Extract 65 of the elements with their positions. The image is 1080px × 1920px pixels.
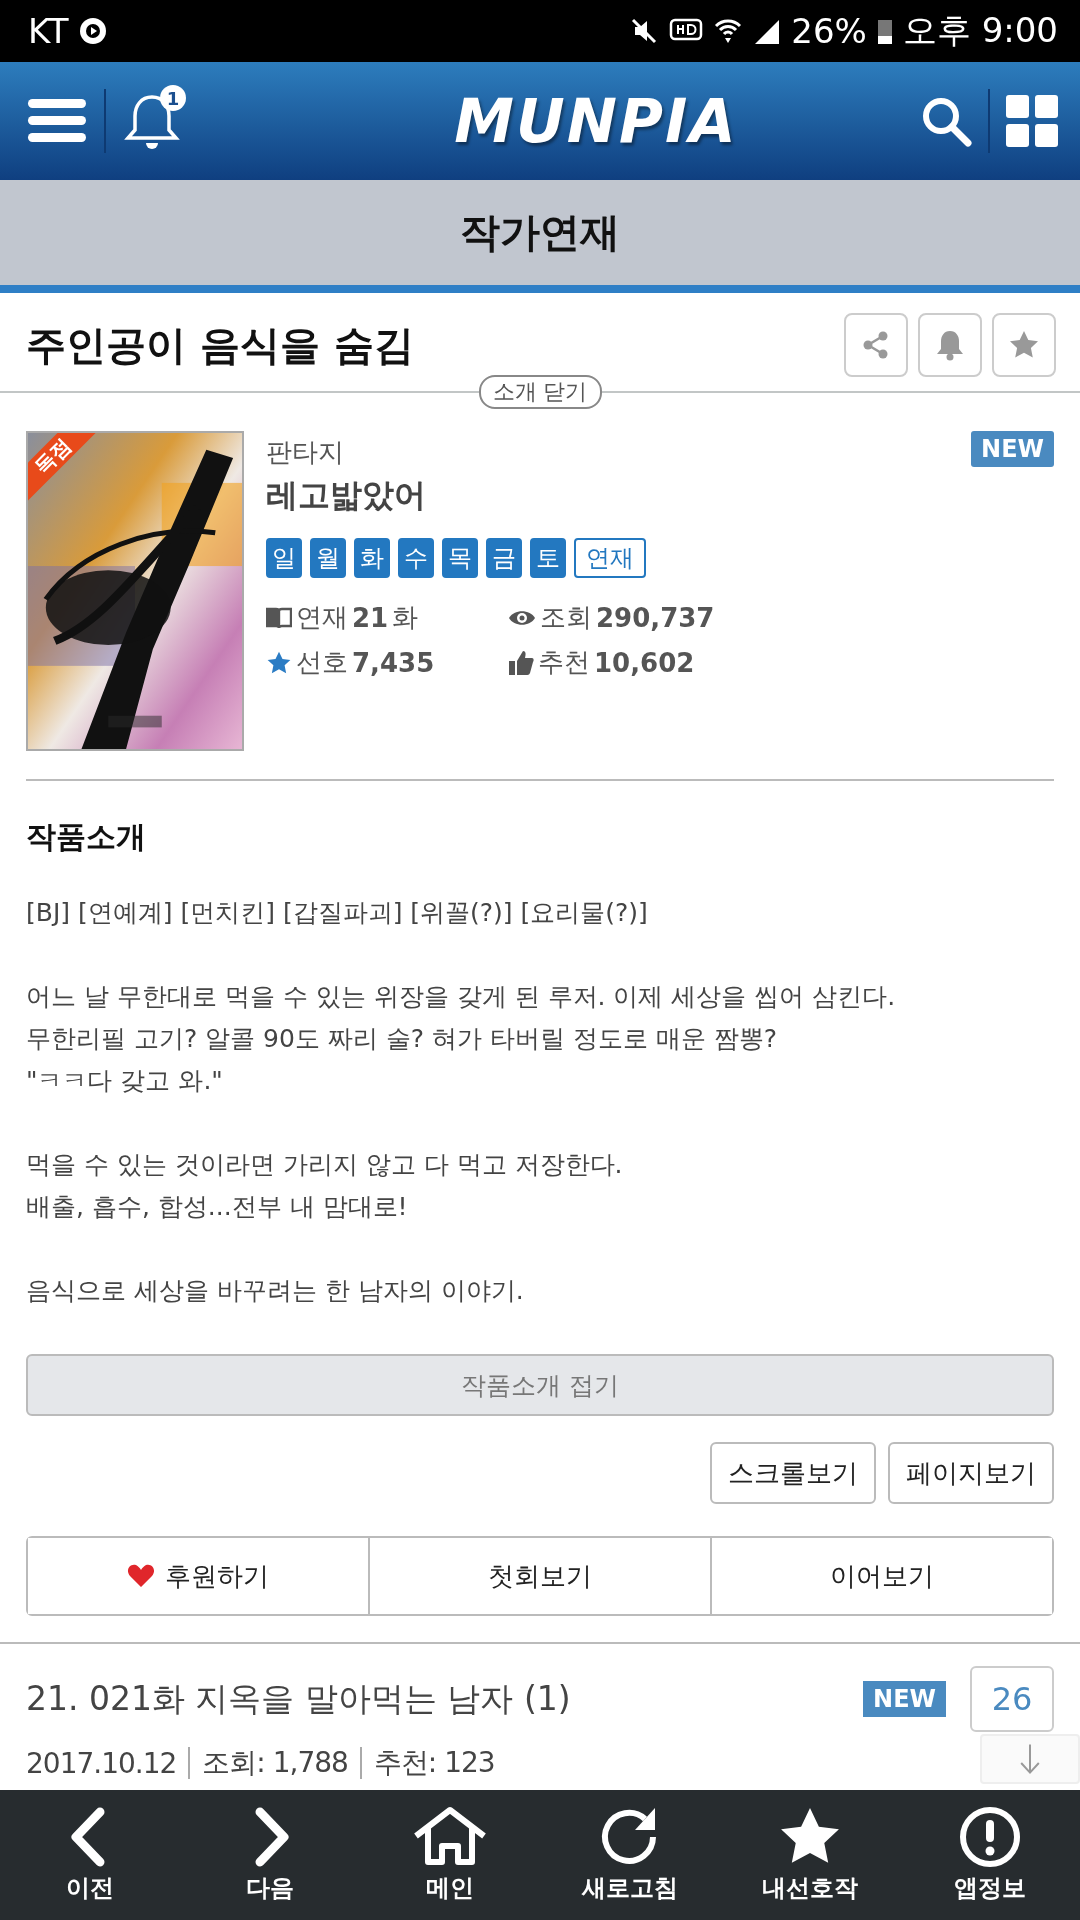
intro-text: 음식으로 세상을 바꾸려는 한 남자의 이야기. [26,1275,525,1307]
notification-badge: 1 [160,85,186,111]
action-button[interactable]: 후원하기 [28,1538,370,1614]
nav-button[interactable]: 다음 [180,1790,360,1920]
fold-intro-button[interactable]: 작품소개 접기 [26,1354,1054,1416]
logo[interactable]: MUNPIA [454,86,738,156]
nav-button[interactable]: 이전 [0,1790,180,1920]
episode-date: 2017.10.12 [26,1746,177,1780]
comment-count[interactable]: 26 [970,1666,1054,1732]
battery-percent: 26% [791,11,867,51]
weekday-tag: 일 [266,538,302,578]
stat-label: 연재 [296,601,348,634]
heart-icon [127,1564,155,1588]
favorite-button[interactable] [992,313,1056,377]
genre-label: 판타지 [266,436,345,469]
author-name[interactable]: 레고밟았어 [266,474,715,518]
weekday-tag: 금 [486,538,522,578]
weekday-tag: 월 [310,538,346,578]
home-icon [412,1806,488,1868]
down-arrow-icon [1018,1743,1042,1775]
intro-text: [BJ] [연예계] [먼치킨] [갑질파괴] [위꼴(?)] [요리물(?)] [26,897,649,929]
stat-value: 290,737 [596,602,715,633]
episode-views: 조회: 1,788 [202,1745,348,1781]
stat-label: 조회 [540,601,592,634]
info-icon [957,1806,1023,1868]
episode-title[interactable]: 21. 021화 지옥을 말아먹는 남자 (1) [26,1676,571,1722]
intro-text: "ㅋㅋ다 갖고 와." [26,1065,224,1097]
intro-text: 어느 날 무한대로 먹을 수 있는 위장을 갖게 된 루저. 이제 세상을 씹어 삼킨다. [26,981,897,1013]
view-mode-button[interactable]: 페이지보기 [888,1442,1054,1504]
nav-button[interactable]: 새로고침 [540,1790,720,1920]
section-title: 작가연재 [460,208,620,257]
weekday-tag: 수 [398,538,434,578]
episode-recommends: 추천: 123 [373,1745,495,1781]
intro-text: 무한리필 고기? 알콜 90도 짜리 술? 혀가 타버릴 정도로 매운 짬뽕? [26,1023,779,1055]
intro-text: 배출, 흡수, 합성...전부 내 맘대로! [26,1191,409,1223]
stat-unit: 화 [392,601,419,634]
weekday-tag: 화 [354,538,390,578]
alert-button[interactable] [918,313,982,377]
stat-value: 21 [352,602,389,633]
stat-value: 7,435 [352,647,435,678]
view-mode-button[interactable]: 스크롤보기 [710,1442,876,1504]
play-icon [78,16,109,46]
weekday-tag: 목 [442,538,478,578]
stat-label: 선호 [296,646,348,679]
nav-button[interactable]: 내선호작 [720,1790,900,1920]
search-icon[interactable] [920,95,972,147]
carrier-label: KT [28,11,69,51]
clock: 오후 9:00 [902,9,1058,52]
intro-heading: 작품소개 [26,818,147,856]
status-tag: 연재 [574,538,646,578]
nav-button[interactable]: 앱정보 [900,1790,1080,1920]
bell-icon [935,329,965,361]
intro-text: 먹을 수 있는 것이라면 가리지 않고 다 먹고 저장한다. [26,1149,624,1181]
grid-icon[interactable] [1006,95,1058,147]
stat-value: 10,602 [594,647,695,678]
book-icon [266,606,292,629]
nav-button[interactable]: 메인 [360,1790,540,1920]
intro-toggle-button[interactable]: 소개 닫기 [478,375,602,409]
new-badge: NEW [863,1681,946,1717]
work-title: 주인공이 음식을 숨김 [26,320,414,370]
weekday-tag: 토 [530,538,566,578]
new-badge: NEW [971,431,1054,467]
stat-label: 추천 [538,646,590,679]
thumbs-up-icon [508,649,534,676]
share-button[interactable] [844,313,908,377]
